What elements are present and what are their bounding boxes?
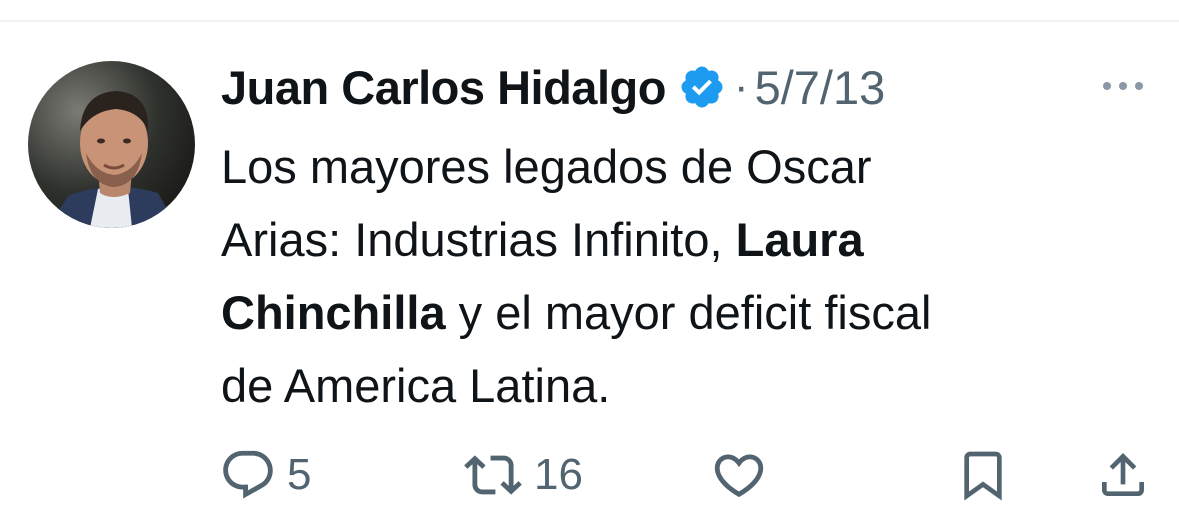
- share-icon: [1102, 453, 1144, 496]
- reply-button[interactable]: 5: [219, 440, 311, 510]
- author-name[interactable]: Juan Carlos Hidalgo: [221, 60, 666, 115]
- reply-icon: [223, 450, 273, 499]
- retweet-button[interactable]: 16: [462, 440, 583, 510]
- retweet-count: 16: [534, 450, 583, 499]
- top-divider: [0, 0, 1179, 22]
- verified-badge-icon[interactable]: [678, 63, 726, 111]
- more-button[interactable]: [1098, 68, 1148, 104]
- like-button[interactable]: [710, 440, 768, 510]
- tweet-header: Juan Carlos Hidalgo · 5/7/13: [221, 56, 885, 118]
- tweet-text: Los mayores legados de Oscar Arias: Indu…: [221, 130, 1121, 422]
- like-icon: [714, 454, 764, 498]
- share-button[interactable]: [1095, 440, 1151, 510]
- tweet-text-line-4: de America Latina.: [221, 359, 611, 412]
- avatar-image: [28, 61, 195, 228]
- tweet-text-line-3: Chinchilla y el mayor deficit fiscal: [221, 286, 932, 339]
- reply-count: 5: [287, 450, 312, 499]
- bookmark-icon: [964, 451, 1002, 501]
- bold-mention: Laura: [735, 213, 864, 266]
- separator-dot: ·: [733, 62, 749, 111]
- tweet-text-line-2: Arias: Industrias Infinito, Laura: [221, 213, 864, 266]
- action-bar: 5 16: [0, 440, 1179, 510]
- more-icon: [1103, 82, 1143, 90]
- avatar[interactable]: [28, 61, 195, 228]
- tweet-text-line-1: Los mayores legados de Oscar: [221, 140, 872, 193]
- timestamp[interactable]: 5/7/13: [755, 60, 886, 115]
- retweet-icon: [464, 455, 522, 495]
- bookmark-button[interactable]: [955, 440, 1011, 510]
- bold-mention: Chinchilla: [221, 286, 446, 339]
